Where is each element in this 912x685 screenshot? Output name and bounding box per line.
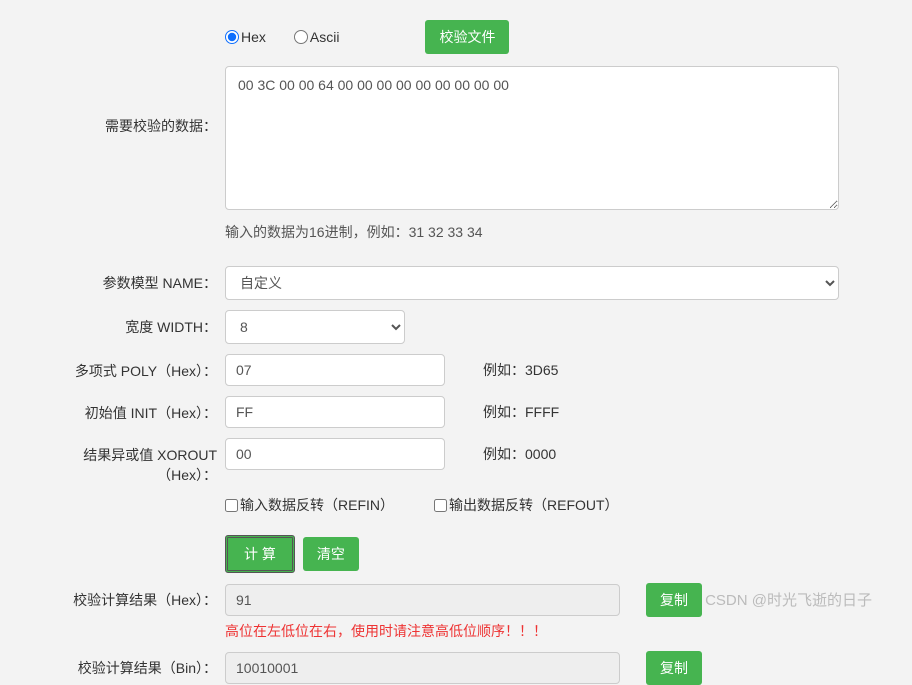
result-bin-input[interactable] (225, 652, 620, 684)
format-radio-group: Hex Ascii (225, 29, 339, 45)
poly-input[interactable] (225, 354, 445, 386)
ascii-radio[interactable]: Ascii (294, 29, 340, 45)
name-label: 参数模型 NAME： (30, 266, 225, 293)
copy-bin-button[interactable]: 复制 (646, 651, 702, 685)
result-hex-input[interactable] (225, 584, 620, 616)
refin-checkbox-label: 输入数据反转（REFIN） (240, 495, 394, 515)
width-label: 宽度 WIDTH： (30, 310, 225, 337)
xorout-input[interactable] (225, 438, 445, 470)
ascii-radio-label: Ascii (310, 29, 340, 45)
init-label: 初始值 INIT（Hex）： (30, 396, 225, 423)
name-select[interactable]: 自定义 (225, 266, 839, 300)
refin-checkbox[interactable]: 输入数据反转（REFIN） (225, 495, 394, 515)
xorout-label: 结果异或值 XOROUT（Hex）： (30, 438, 225, 485)
input-data-textarea[interactable] (225, 66, 839, 210)
hex-radio-input[interactable] (225, 30, 239, 44)
poly-label: 多项式 POLY（Hex）： (30, 354, 225, 381)
hex-radio-label: Hex (241, 29, 266, 45)
calculate-button[interactable]: 计 算 (225, 535, 295, 573)
result-warning: 高位在左低位在右，使用时请注意高低位顺序！！！ (225, 621, 547, 641)
result-hex-label: 校验计算结果（Hex）： (30, 583, 225, 610)
refout-checkbox[interactable]: 输出数据反转（REFOUT） (434, 495, 619, 515)
refin-checkbox-input[interactable] (225, 499, 238, 512)
ascii-radio-input[interactable] (294, 30, 308, 44)
init-example: 例如：FFFF (483, 402, 559, 422)
verify-file-button[interactable]: 校验文件 (425, 20, 509, 54)
result-bin-label: 校验计算结果（Bin）： (30, 651, 225, 678)
input-data-label: 需要校验的数据： (30, 66, 225, 136)
width-select[interactable]: 8 (225, 310, 405, 344)
hex-radio[interactable]: Hex (225, 29, 266, 45)
init-input[interactable] (225, 396, 445, 428)
poly-example: 例如：3D65 (483, 360, 558, 380)
refout-checkbox-input[interactable] (434, 499, 447, 512)
input-hint: 输入的数据为16进制，例如：31 32 33 34 (225, 222, 483, 242)
refout-checkbox-label: 输出数据反转（REFOUT） (449, 495, 619, 515)
copy-hex-button[interactable]: 复制 (646, 583, 702, 617)
xorout-example: 例如：0000 (483, 444, 556, 464)
clear-button[interactable]: 清空 (303, 537, 359, 571)
